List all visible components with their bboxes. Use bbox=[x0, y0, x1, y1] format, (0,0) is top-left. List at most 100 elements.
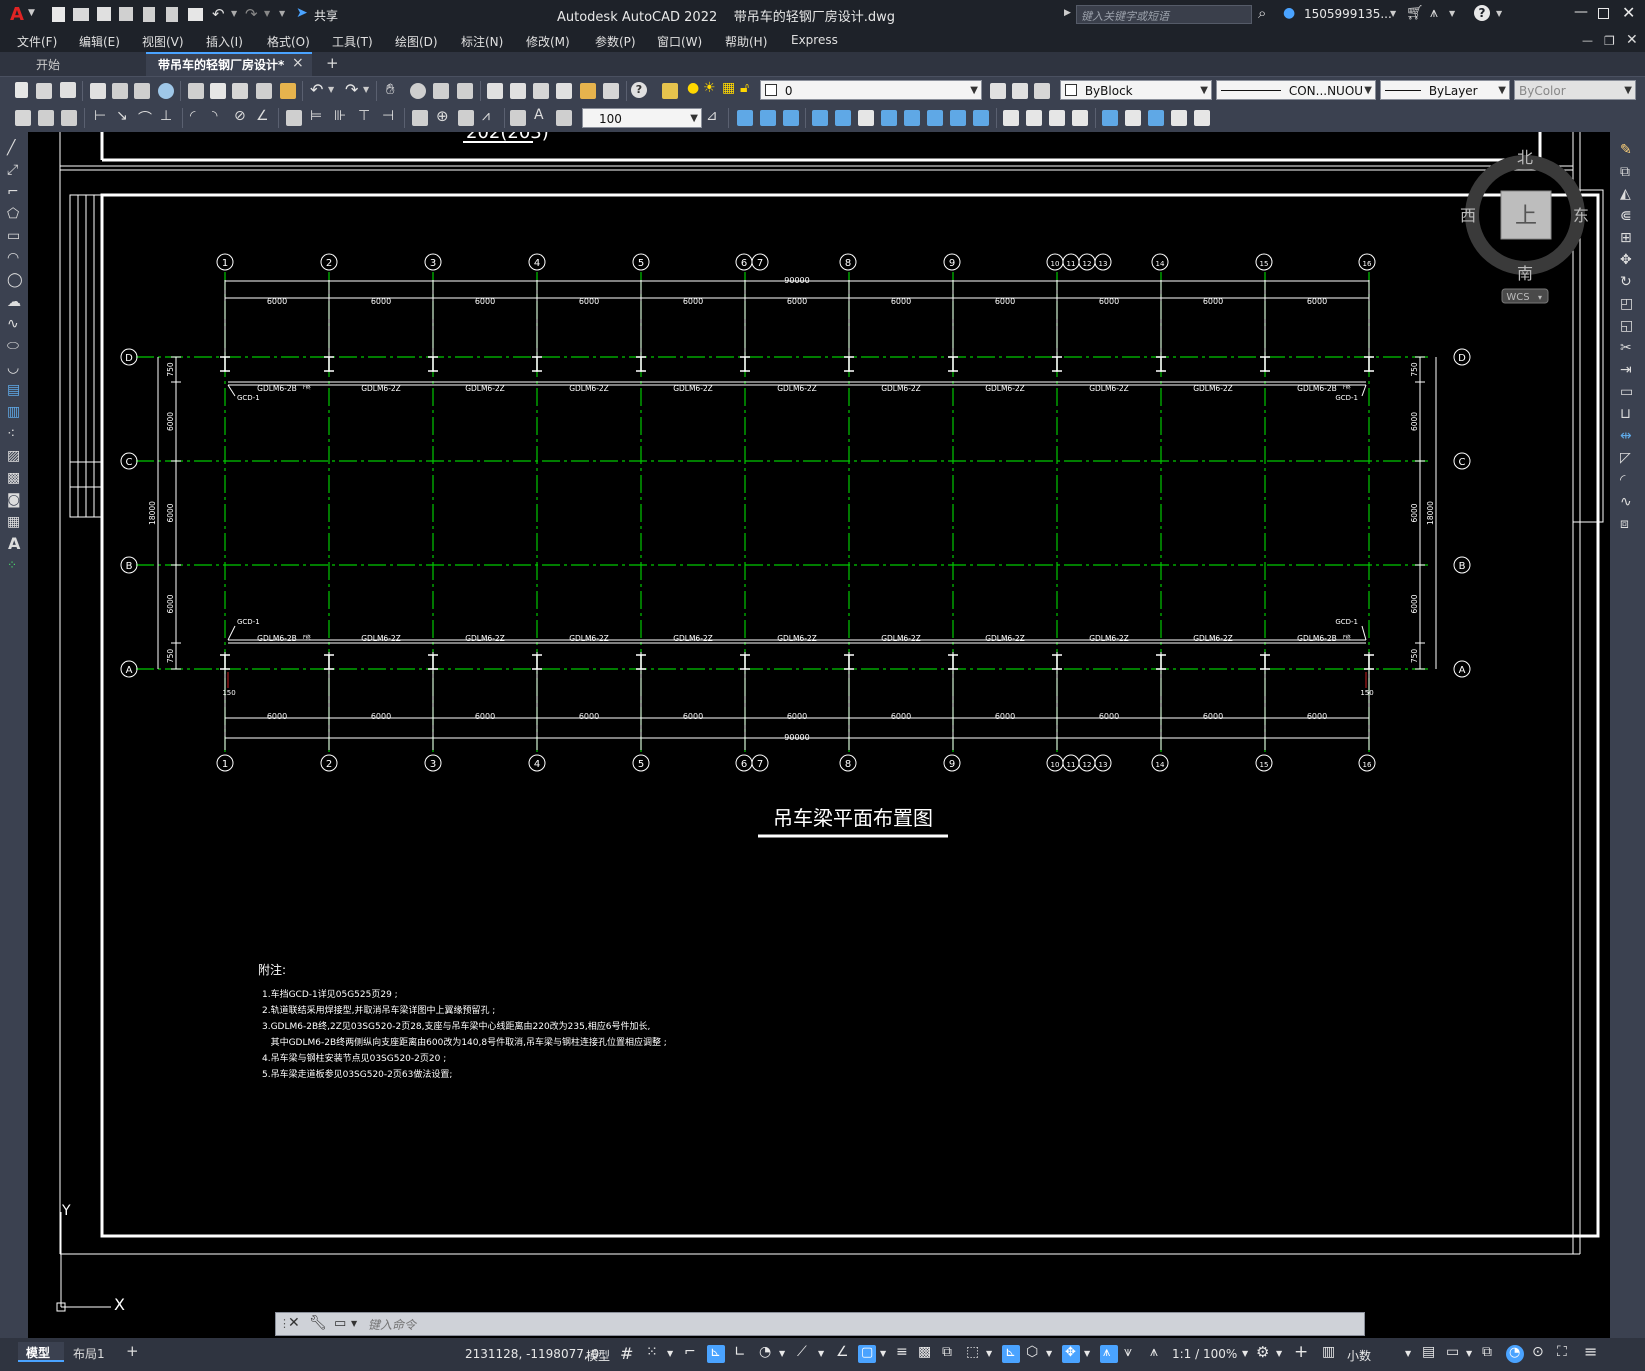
menu-express[interactable]: Express bbox=[791, 33, 838, 47]
3d-slice-icon[interactable] bbox=[950, 110, 966, 126]
dim-baseline-icon[interactable]: ⊨ bbox=[310, 108, 322, 124]
explode-icon[interactable]: ⧈ bbox=[1620, 516, 1629, 532]
3d-osnap-dropdown-icon[interactable]: ▼ bbox=[986, 1349, 992, 1358]
command-history-icon[interactable]: ▭ bbox=[334, 1316, 346, 1331]
menu-parametric[interactable]: 参数(P) bbox=[595, 33, 636, 50]
revcloud-icon[interactable]: ☁︎ bbox=[7, 294, 21, 310]
3d-scale-icon[interactable] bbox=[927, 110, 943, 126]
menu-view[interactable]: 视图(V) bbox=[142, 33, 184, 50]
viewcube-south-label[interactable]: 南 bbox=[1517, 264, 1533, 283]
command-close-icon[interactable]: ✕ bbox=[288, 1315, 300, 1331]
dim-space-icon[interactable]: ⊤ bbox=[358, 108, 370, 124]
center-mark-icon[interactable]: ⊕ bbox=[436, 107, 449, 125]
isodraft-dropdown-icon[interactable]: ▼ bbox=[818, 1349, 824, 1358]
construction-line-icon[interactable]: ⤢ bbox=[7, 162, 18, 178]
layer-on-icon[interactable]: ● bbox=[687, 80, 699, 96]
menu-draw[interactable]: 绘图(D) bbox=[395, 33, 438, 50]
qdim-tool-icon[interactable] bbox=[286, 110, 302, 126]
menu-format[interactable]: 格式(O) bbox=[267, 33, 310, 50]
menu-help[interactable]: 帮助(H) bbox=[725, 33, 767, 50]
gradient-icon[interactable]: ▩ bbox=[7, 470, 20, 486]
open-icon[interactable] bbox=[36, 83, 52, 99]
make-current-icon[interactable] bbox=[990, 83, 1006, 99]
undo-tool-dropdown-icon[interactable]: ▼ bbox=[328, 85, 334, 94]
join-icon[interactable]: ⇹ bbox=[1620, 428, 1632, 444]
inspect-icon[interactable] bbox=[458, 110, 474, 126]
zoom-realtime-icon[interactable] bbox=[410, 83, 426, 99]
mirror-icon[interactable]: ◭ bbox=[1620, 186, 1631, 202]
properties-icon[interactable] bbox=[487, 83, 503, 99]
print-icon[interactable] bbox=[188, 8, 203, 21]
units-value[interactable]: 小数 bbox=[1347, 1347, 1371, 1364]
snap-dropdown-icon[interactable]: ▼ bbox=[667, 1349, 673, 1358]
customize-status-icon[interactable]: ≡ bbox=[1584, 1342, 1597, 1361]
undo-dropdown-icon[interactable]: ▼ bbox=[231, 9, 237, 18]
grid-icon[interactable]: # bbox=[620, 1344, 633, 1363]
3d-mirror-icon[interactable] bbox=[881, 110, 897, 126]
ellipse-arc-icon[interactable]: ◡ bbox=[7, 360, 19, 376]
share-button[interactable]: 共享 bbox=[314, 7, 338, 24]
layer-properties-icon[interactable] bbox=[662, 83, 678, 99]
qdim-icon[interactable] bbox=[15, 110, 31, 126]
viewcube-east-label[interactable]: 东 bbox=[1573, 206, 1589, 225]
hatch-icon[interactable]: ▨ bbox=[7, 448, 20, 464]
redo-tool-icon[interactable]: ↷ bbox=[345, 80, 358, 99]
dimupdate-icon[interactable] bbox=[61, 110, 77, 126]
redo-tool-dropdown-icon[interactable]: ▼ bbox=[363, 85, 369, 94]
fullscreen-icon[interactable]: ⛶ bbox=[1557, 1344, 1567, 1360]
3d-rotate-icon[interactable] bbox=[835, 110, 851, 126]
markup-icon[interactable] bbox=[580, 83, 596, 99]
mtext-icon[interactable]: A bbox=[8, 534, 20, 553]
3d-array-icon[interactable] bbox=[904, 110, 920, 126]
add-selected-icon[interactable]: ⁘ bbox=[7, 558, 17, 572]
units-dropdown-icon[interactable]: ▼ bbox=[1405, 1349, 1411, 1358]
app-store-dropdown-icon[interactable]: ▼ bbox=[1449, 9, 1455, 18]
polygon-icon[interactable]: ⬠ bbox=[7, 206, 19, 222]
command-line[interactable]: ⋮ ✕ 🔧︎ ▭ ▼ bbox=[275, 1312, 1365, 1336]
plotstyle-dropdown[interactable]: ByColor ▼ bbox=[1514, 80, 1636, 100]
match-prop-icon[interactable] bbox=[256, 83, 272, 99]
autodesk-app-icon[interactable]: ⩚ bbox=[1430, 5, 1438, 21]
save-as-icon[interactable] bbox=[119, 7, 133, 21]
help-dropdown-icon[interactable]: ▼ bbox=[1496, 9, 1502, 18]
paste-icon[interactable] bbox=[232, 83, 248, 99]
annotation-visibility-button[interactable]: ⩚ bbox=[1100, 1345, 1118, 1363]
open-file-icon[interactable] bbox=[73, 8, 89, 21]
object-track-icon[interactable]: ∠ bbox=[836, 1344, 849, 1360]
color-dropdown[interactable]: ByBlock ▼ bbox=[1060, 80, 1212, 100]
polar-dropdown-icon[interactable]: ▼ bbox=[779, 1349, 785, 1358]
copy-object-icon[interactable]: ⧉ bbox=[1620, 164, 1630, 180]
dim-diameter-icon[interactable]: ⊘ bbox=[234, 108, 246, 124]
linetype-dropdown[interactable]: CON...NUOU ▼ bbox=[1216, 80, 1376, 100]
drawing-canvas[interactable]: 202(203) 6000 6000 6000 6000 6000 6000 6000 600… bbox=[28, 132, 1610, 1340]
dim-continue-icon[interactable]: ⊪ bbox=[334, 108, 346, 124]
hardware-accel-button[interactable]: ◔ bbox=[1506, 1345, 1524, 1363]
osnap-dropdown-icon[interactable]: ▼ bbox=[880, 1349, 886, 1358]
menu-edit[interactable]: 编辑(E) bbox=[79, 33, 120, 50]
model-space-button[interactable]: 模型 bbox=[586, 1347, 610, 1364]
rectangle-icon[interactable]: ▭ bbox=[7, 228, 20, 244]
doc-minimize-icon[interactable]: — bbox=[1582, 34, 1593, 47]
line-icon[interactable]: ╱ bbox=[7, 140, 15, 156]
point-icon[interactable]: ⁖ bbox=[7, 426, 15, 442]
customize-qat-icon[interactable]: ▼ bbox=[279, 9, 285, 18]
autocad-logo[interactable]: A bbox=[10, 4, 24, 25]
break-at-point-icon[interactable]: ▭ bbox=[1620, 384, 1633, 400]
cut-icon[interactable] bbox=[188, 83, 204, 99]
redo-dropdown-icon[interactable]: ▼ bbox=[264, 9, 270, 18]
qnew-icon[interactable] bbox=[15, 82, 28, 98]
dim-angular-icon[interactable]: ∠ bbox=[256, 108, 269, 124]
move-icon[interactable]: ✥ bbox=[1620, 252, 1632, 268]
annotation-scale-dropdown-icon[interactable]: ▼ bbox=[1242, 1349, 1248, 1358]
3d-move-icon[interactable] bbox=[812, 110, 828, 126]
selection-cycling-icon[interactable]: ⧉ bbox=[942, 1344, 952, 1360]
selection-filter-dropdown-icon[interactable]: ▼ bbox=[1046, 1349, 1052, 1358]
lock-ui-dropdown-icon[interactable]: ▼ bbox=[1466, 1349, 1472, 1358]
dim-override-icon[interactable]: ⊿ bbox=[706, 108, 718, 124]
pan-icon[interactable]: ✋︎ bbox=[386, 80, 395, 98]
tab-model[interactable]: 模型 bbox=[18, 1342, 64, 1362]
cart-icon[interactable]: 🛒︎ bbox=[1406, 5, 1424, 21]
command-customize-icon[interactable]: 🔧︎ bbox=[309, 1315, 327, 1331]
command-history-dropdown-icon[interactable]: ▼ bbox=[351, 1319, 357, 1328]
selection-filter-icon[interactable]: ⬡ bbox=[1026, 1344, 1038, 1360]
